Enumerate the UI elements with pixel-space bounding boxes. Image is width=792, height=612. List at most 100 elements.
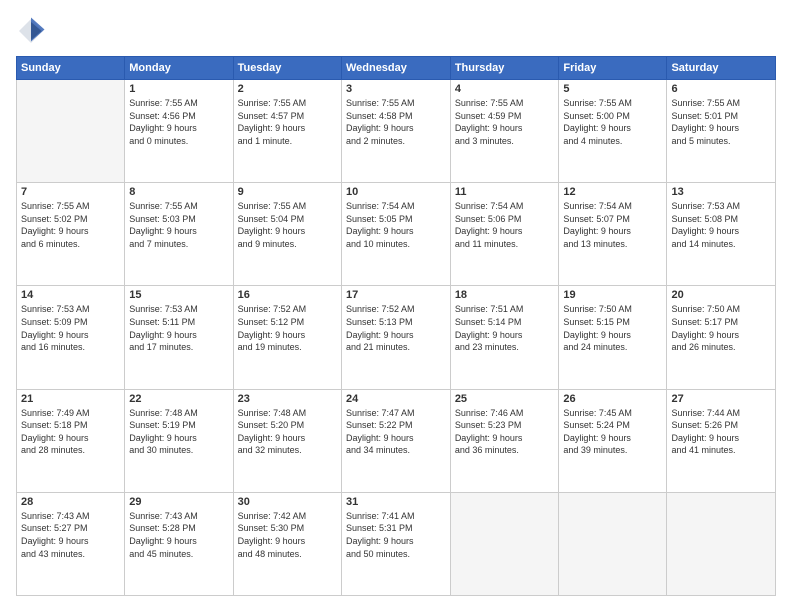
calendar-day-cell: 25 Sunrise: 7:46 AM Sunset: 5:23 PM Dayli… [450,389,559,492]
calendar-day-cell: 5Sunrise: 7:55 AM Sunset: 5:00 PM Daylig… [559,80,667,183]
calendar-day-cell: 18Sunrise: 7:51 AM Sunset: 5:14 PM Dayli… [450,286,559,389]
day-number: 13 [671,186,771,198]
day-info: Sunrise: 7:48 AM Sunset: 5:19 PM Dayligh… [129,407,228,457]
day-of-week-header: Wednesday [341,57,450,80]
day-info: Sunrise: 7:47 AM Sunset: 5:22 PM Dayligh… [346,407,446,457]
day-info: Sunrise: 7:55 AM Sunset: 5:01 PM Dayligh… [671,97,771,147]
day-info: Sunrise: 7:44 AM Sunset: 5:26 PM Dayligh… [671,407,771,457]
day-info: Sunrise: 7:55 AM Sunset: 5:02 PM Dayligh… [21,200,120,250]
calendar-day-cell: 22 Sunrise: 7:48 AM Sunset: 5:19 PM Dayli… [125,389,233,492]
day-info: Sunrise: 7:50 AM Sunset: 5:15 PM Dayligh… [563,303,662,353]
logo [16,16,50,46]
day-number: 26 [563,393,662,405]
day-of-week-header: Tuesday [233,57,341,80]
day-number: 12 [563,186,662,198]
calendar-day-cell: 27 Sunrise: 7:44 AM Sunset: 5:26 PM Dayli… [667,389,776,492]
calendar-day-cell: 17Sunrise: 7:52 AM Sunset: 5:13 PM Dayli… [341,286,450,389]
day-number: 24 [346,393,446,405]
calendar-day-cell: 9 Sunrise: 7:55 AM Sunset: 5:04 PM Daylig… [233,183,341,286]
day-number: 9 [238,186,337,198]
day-number: 7 [21,186,120,198]
day-info: Sunrise: 7:54 AM Sunset: 5:07 PM Dayligh… [563,200,662,250]
day-number: 8 [129,186,228,198]
calendar-day-cell [667,492,776,595]
day-number: 3 [346,83,446,95]
day-info: Sunrise: 7:54 AM Sunset: 5:05 PM Dayligh… [346,200,446,250]
calendar-day-cell: 1Sunrise: 7:55 AM Sunset: 4:56 PM Daylig… [125,80,233,183]
calendar-week-row: 7 Sunrise: 7:55 AM Sunset: 5:02 PM Daylig… [17,183,776,286]
day-info: Sunrise: 7:48 AM Sunset: 5:20 PM Dayligh… [238,407,337,457]
day-number: 1 [129,83,228,95]
day-number: 17 [346,289,446,301]
calendar-day-cell: 14Sunrise: 7:53 AM Sunset: 5:09 PM Dayli… [17,286,125,389]
calendar-week-row: 28 Sunrise: 7:43 AM Sunset: 5:27 PM Dayli… [17,492,776,595]
day-number: 23 [238,393,337,405]
day-info: Sunrise: 7:52 AM Sunset: 5:12 PM Dayligh… [238,303,337,353]
day-number: 20 [671,289,771,301]
calendar-day-cell: 19 Sunrise: 7:50 AM Sunset: 5:15 PM Dayli… [559,286,667,389]
calendar-day-cell: 24 Sunrise: 7:47 AM Sunset: 5:22 PM Dayli… [341,389,450,492]
day-of-week-header: Sunday [17,57,125,80]
day-number: 10 [346,186,446,198]
day-info: Sunrise: 7:43 AM Sunset: 5:28 PM Dayligh… [129,510,228,560]
calendar-day-cell: 30 Sunrise: 7:42 AM Sunset: 5:30 PM Dayli… [233,492,341,595]
day-number: 28 [21,496,120,508]
day-number: 27 [671,393,771,405]
day-number: 19 [563,289,662,301]
day-number: 15 [129,289,228,301]
day-info: Sunrise: 7:55 AM Sunset: 5:00 PM Dayligh… [563,97,662,147]
page: SundayMondayTuesdayWednesdayThursdayFrid… [0,0,792,612]
day-number: 31 [346,496,446,508]
calendar-day-cell [450,492,559,595]
calendar-day-cell: 15 Sunrise: 7:53 AM Sunset: 5:11 PM Dayli… [125,286,233,389]
calendar-day-cell: 8Sunrise: 7:55 AM Sunset: 5:03 PM Daylig… [125,183,233,286]
calendar-day-cell: 2Sunrise: 7:55 AM Sunset: 4:57 PM Daylig… [233,80,341,183]
day-info: Sunrise: 7:41 AM Sunset: 5:31 PM Dayligh… [346,510,446,560]
day-of-week-header: Friday [559,57,667,80]
calendar-day-cell: 7 Sunrise: 7:55 AM Sunset: 5:02 PM Daylig… [17,183,125,286]
calendar-day-cell [559,492,667,595]
calendar-day-cell: 4Sunrise: 7:55 AM Sunset: 4:59 PM Daylig… [450,80,559,183]
calendar-day-cell: 10 Sunrise: 7:54 AM Sunset: 5:05 PM Dayli… [341,183,450,286]
calendar-week-row: 21Sunrise: 7:49 AM Sunset: 5:18 PM Dayli… [17,389,776,492]
logo-icon [16,16,46,46]
day-info: Sunrise: 7:49 AM Sunset: 5:18 PM Dayligh… [21,407,120,457]
day-number: 6 [671,83,771,95]
day-of-week-header: Saturday [667,57,776,80]
calendar-day-cell: 23 Sunrise: 7:48 AM Sunset: 5:20 PM Dayli… [233,389,341,492]
day-number: 11 [455,186,555,198]
calendar-week-row: 1Sunrise: 7:55 AM Sunset: 4:56 PM Daylig… [17,80,776,183]
day-number: 22 [129,393,228,405]
day-info: Sunrise: 7:55 AM Sunset: 5:04 PM Dayligh… [238,200,337,250]
day-info: Sunrise: 7:43 AM Sunset: 5:27 PM Dayligh… [21,510,120,560]
day-info: Sunrise: 7:55 AM Sunset: 4:58 PM Dayligh… [346,97,446,147]
day-of-week-header: Monday [125,57,233,80]
day-info: Sunrise: 7:53 AM Sunset: 5:08 PM Dayligh… [671,200,771,250]
day-info: Sunrise: 7:55 AM Sunset: 4:57 PM Dayligh… [238,97,337,147]
day-number: 4 [455,83,555,95]
day-info: Sunrise: 7:46 AM Sunset: 5:23 PM Dayligh… [455,407,555,457]
day-info: Sunrise: 7:42 AM Sunset: 5:30 PM Dayligh… [238,510,337,560]
calendar-day-cell: 11 Sunrise: 7:54 AM Sunset: 5:06 PM Dayli… [450,183,559,286]
calendar-day-cell: 31 Sunrise: 7:41 AM Sunset: 5:31 PM Dayli… [341,492,450,595]
day-info: Sunrise: 7:45 AM Sunset: 5:24 PM Dayligh… [563,407,662,457]
calendar-day-cell: 20 Sunrise: 7:50 AM Sunset: 5:17 PM Dayli… [667,286,776,389]
day-number: 25 [455,393,555,405]
calendar-day-cell: 3 Sunrise: 7:55 AM Sunset: 4:58 PM Daylig… [341,80,450,183]
header [16,16,776,46]
calendar-day-cell: 29 Sunrise: 7:43 AM Sunset: 5:28 PM Dayli… [125,492,233,595]
day-info: Sunrise: 7:50 AM Sunset: 5:17 PM Dayligh… [671,303,771,353]
calendar-day-cell: 26 Sunrise: 7:45 AM Sunset: 5:24 PM Dayli… [559,389,667,492]
day-number: 14 [21,289,120,301]
calendar-week-row: 14Sunrise: 7:53 AM Sunset: 5:09 PM Dayli… [17,286,776,389]
day-number: 29 [129,496,228,508]
calendar-table: SundayMondayTuesdayWednesdayThursdayFrid… [16,56,776,596]
calendar-day-cell: 16Sunrise: 7:52 AM Sunset: 5:12 PM Dayli… [233,286,341,389]
day-info: Sunrise: 7:54 AM Sunset: 5:06 PM Dayligh… [455,200,555,250]
day-number: 30 [238,496,337,508]
day-number: 18 [455,289,555,301]
day-info: Sunrise: 7:53 AM Sunset: 5:11 PM Dayligh… [129,303,228,353]
calendar-day-cell: 28 Sunrise: 7:43 AM Sunset: 5:27 PM Dayli… [17,492,125,595]
calendar-day-cell: 13 Sunrise: 7:53 AM Sunset: 5:08 PM Dayli… [667,183,776,286]
calendar-day-cell [17,80,125,183]
